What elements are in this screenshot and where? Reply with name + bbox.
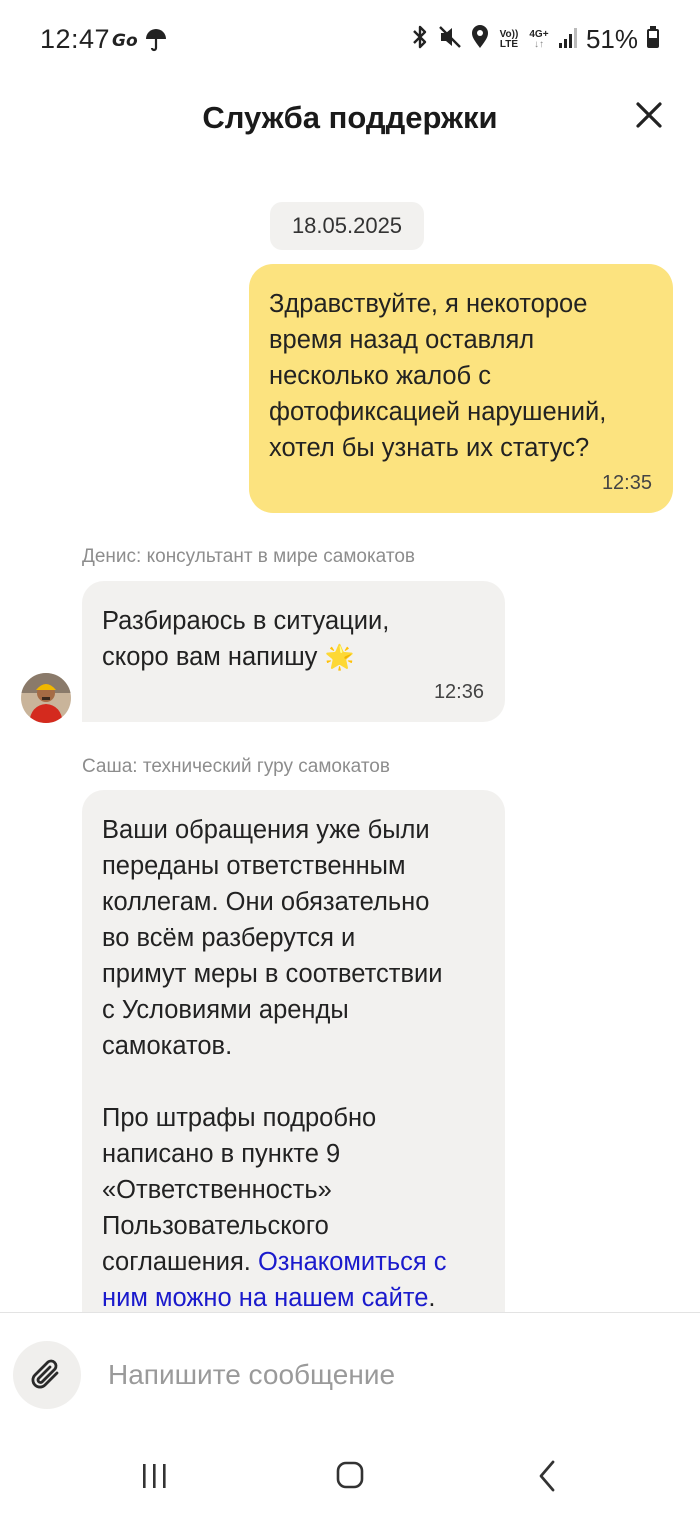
message-input[interactable]: [108, 1353, 668, 1397]
sender-name: Денис: консультант в мире самокатов: [82, 546, 415, 567]
message-time: 12:36: [433, 681, 484, 703]
umbrella-icon: [144, 27, 168, 58]
battery-icon: [646, 25, 660, 54]
message-text: Здравствуйте, я некоторое время назад ос…: [269, 290, 607, 462]
status-time: 12:47: [40, 24, 111, 54]
message-text-end: .: [428, 1284, 436, 1312]
home-button[interactable]: [325, 1454, 375, 1498]
chat-area[interactable]: 18.05.2025 Здравствуйте, я некоторое вре…: [0, 160, 700, 1312]
svg-text:Go: Go: [112, 31, 138, 51]
incoming-message[interactable]: Ваши обращения уже были переданы ответст…: [82, 790, 505, 1312]
recent-apps-button[interactable]: [130, 1454, 180, 1498]
avatar[interactable]: [21, 673, 71, 723]
page-title: Служба поддержки: [202, 100, 498, 135]
network-type: 4G+ ↓↑: [529, 28, 549, 50]
close-icon: [636, 102, 662, 128]
bluetooth-icon: [410, 24, 430, 55]
paperclip-icon: [31, 1359, 59, 1389]
close-button[interactable]: [634, 100, 664, 130]
header: Служба поддержки: [0, 82, 700, 154]
battery-percent: 51%: [585, 24, 638, 54]
message-text: Ваши обращения уже были переданы ответст…: [102, 816, 443, 1060]
signal-icon: [558, 25, 578, 54]
date-separator: 18.05.2025: [270, 202, 424, 250]
message-time: 12:35: [601, 472, 652, 494]
message-composer: [0, 1312, 700, 1431]
back-icon: [539, 1460, 555, 1492]
home-icon: [336, 1461, 364, 1489]
sender-name: Саша: технический гуру самокатов: [82, 756, 390, 777]
sparkle-star-emoji: 🌟: [324, 644, 355, 671]
go-icon: Go: [112, 29, 138, 56]
location-icon: [470, 24, 490, 55]
lte-indicator: Vo)) LTE: [499, 28, 519, 50]
system-nav-bar: [0, 1430, 700, 1517]
attach-button[interactable]: [13, 1341, 81, 1409]
mute-icon: [438, 24, 462, 55]
recent-apps-icon: [143, 1464, 166, 1488]
back-button[interactable]: [522, 1454, 572, 1498]
outgoing-message[interactable]: Здравствуйте, я некоторое время назад ос…: [249, 264, 673, 513]
incoming-message[interactable]: Разбираюсь в ситуации, скоро вам напишу …: [82, 581, 505, 722]
status-bar: 12:47 Go Vo)) LTE 4G+ ↓↑ 51%: [0, 0, 700, 82]
